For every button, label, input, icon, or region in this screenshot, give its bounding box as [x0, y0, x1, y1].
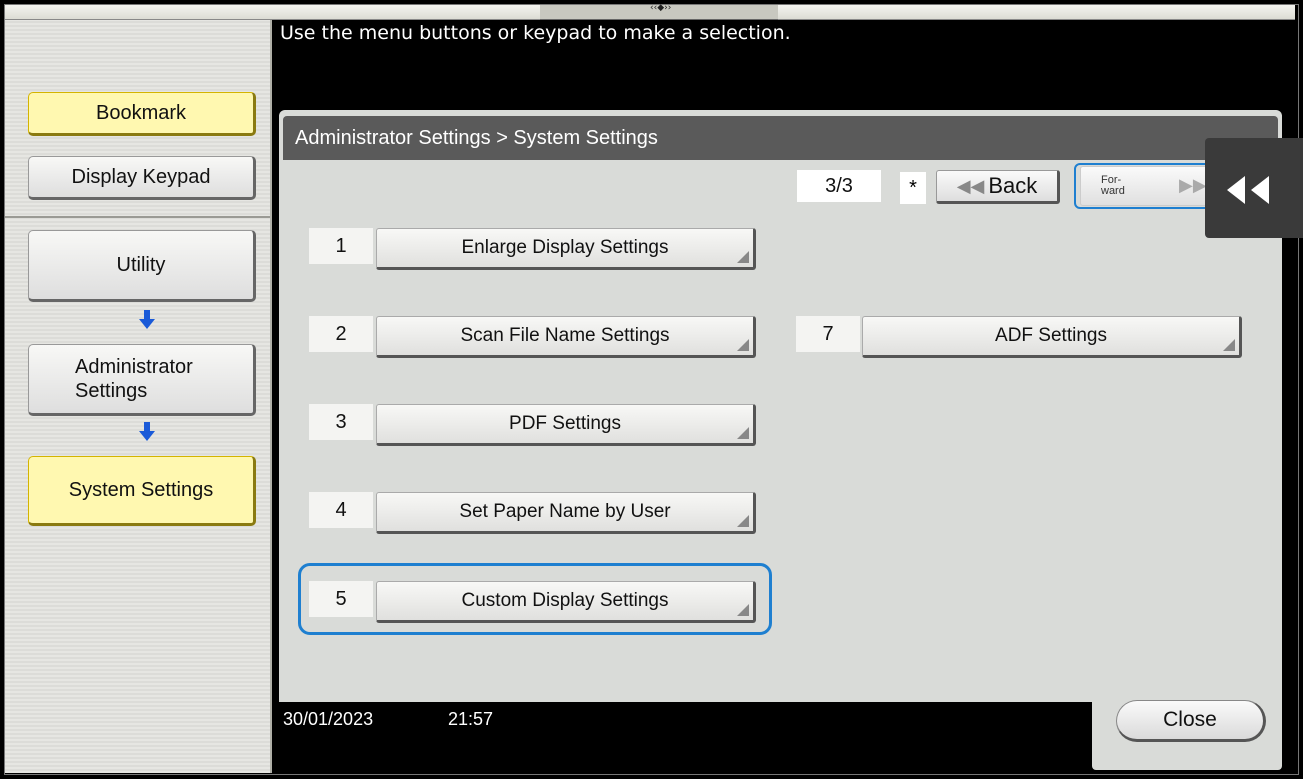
item-number-3: 3 [309, 404, 373, 440]
adf-settings-label: ADF Settings [995, 325, 1107, 346]
display-keypad-label: Display Keypad [71, 165, 211, 188]
item-number-4: 4 [309, 492, 373, 528]
adf-settings-button[interactable]: ADF Settings [862, 316, 1242, 358]
custom-display-focus-outline [298, 563, 772, 635]
item-number-1: 1 [309, 228, 373, 264]
scan-file-name-settings-button[interactable]: Scan File Name Settings [376, 316, 756, 358]
back-button[interactable]: ◀◀ Back [936, 170, 1060, 204]
arrow-down-icon [139, 422, 155, 441]
panel-header: Administrator Settings > System Settings [283, 116, 1278, 160]
set-paper-name-by-user-button[interactable]: Set Paper Name by User [376, 492, 756, 534]
collapse-side-panel[interactable] [1205, 138, 1303, 238]
utility-label: Utility [116, 253, 166, 276]
enlarge-display-settings-button[interactable]: Enlarge Display Settings [376, 228, 756, 270]
item-number-2: 2 [309, 316, 373, 352]
sidebar-item-administrator-settings[interactable]: Administrator Settings [28, 344, 256, 416]
back-label: Back [988, 173, 1038, 198]
bookmark-label: Bookmark [95, 101, 187, 124]
breadcrumb: Administrator Settings > System Settings [295, 127, 658, 149]
enlarge-display-settings-label: Enlarge Display Settings [461, 237, 669, 258]
top-bar-handle[interactable]: ‹‹◆›› [540, 3, 778, 20]
instruction-text: Use the menu buttons or keypad to make a… [280, 22, 791, 44]
pdf-settings-button[interactable]: PDF Settings [376, 404, 756, 446]
display-keypad-button[interactable]: Display Keypad [28, 156, 256, 200]
sidebar-item-utility[interactable]: Utility [28, 230, 256, 302]
page-indicator: 3/3 [797, 170, 881, 202]
sidebar-divider [5, 216, 270, 218]
system-settings-label: System Settings [68, 478, 214, 501]
top-bar: ‹‹◆›› [5, 3, 1295, 20]
pdf-settings-label: PDF Settings [509, 413, 621, 434]
sidebar-item-system-settings[interactable]: System Settings [28, 456, 256, 526]
close-label: Close [1163, 708, 1217, 731]
handle-glyph: ‹‹◆›› [650, 3, 672, 13]
date-display: 30/01/2023 [283, 709, 374, 729]
item-number-7: 7 [796, 316, 860, 352]
collapse-left-icon [1227, 176, 1269, 204]
administrator-settings-label: Administrator Settings [75, 356, 193, 402]
arrow-down-icon [139, 310, 155, 329]
bookmark-button[interactable]: Bookmark [28, 92, 256, 136]
scan-file-name-settings-label: Scan File Name Settings [460, 325, 670, 346]
sidebar: Bookmark Display Keypad Utility Administ… [5, 20, 272, 773]
set-paper-name-by-user-label: Set Paper Name by User [459, 501, 671, 522]
double-left-chevron-icon: ◀◀ [956, 175, 985, 196]
star-icon: * [900, 172, 926, 204]
time-display: 21:57 [448, 709, 494, 729]
close-button[interactable]: Close [1116, 700, 1266, 742]
